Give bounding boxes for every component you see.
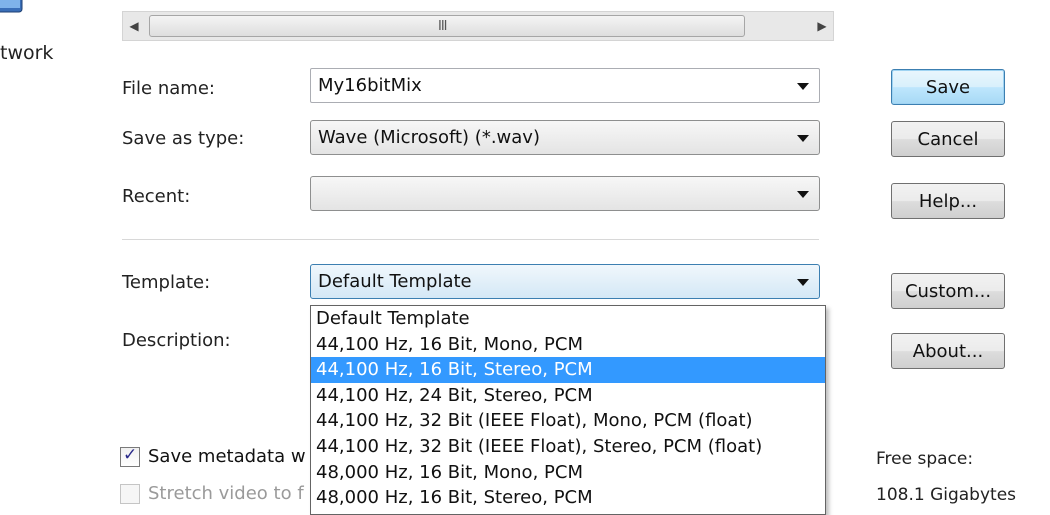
- template-option[interactable]: 44,100 Hz, 16 Bit, Mono, PCM: [311, 332, 825, 358]
- about-button[interactable]: About...: [891, 333, 1005, 369]
- scrollbar-grip-icon: III: [438, 19, 447, 34]
- template-option[interactable]: 48,000 Hz, 16 Bit, Stereo, PCM: [311, 485, 825, 511]
- template-value: Default Template: [318, 271, 472, 292]
- save-as-type-label: Save as type:: [122, 128, 245, 149]
- scrollbar-thumb[interactable]: III: [149, 15, 745, 37]
- chevron-down-icon[interactable]: [797, 83, 809, 90]
- template-label: Template:: [122, 272, 211, 293]
- recent-select[interactable]: [310, 176, 820, 211]
- cancel-button[interactable]: Cancel: [891, 121, 1005, 157]
- chevron-down-icon[interactable]: [797, 191, 809, 198]
- divider: [122, 239, 819, 240]
- save-metadata-checkbox[interactable]: [120, 445, 140, 467]
- save-metadata-label[interactable]: Save metadata w: [148, 446, 314, 468]
- template-option[interactable]: 44,100 Hz, 32 Bit (IEEE Float), Stereo, …: [311, 434, 825, 460]
- stretch-video-label: Stretch video to f: [148, 483, 304, 504]
- help-button[interactable]: Help...: [891, 183, 1005, 219]
- free-space-value: 108.1 Gigabytes: [876, 485, 1017, 505]
- horizontal-scrollbar[interactable]: ◀ III ▶: [122, 11, 834, 41]
- template-dropdown-list[interactable]: Default Template 44,100 Hz, 16 Bit, Mono…: [310, 305, 826, 515]
- free-space-label: Free space:: [876, 449, 974, 469]
- chevron-down-icon[interactable]: [797, 135, 809, 142]
- network-icon[interactable]: [0, 0, 26, 16]
- template-option[interactable]: 44,100 Hz, 24 Bit, Stereo, PCM: [311, 383, 825, 409]
- nav-item-network-label[interactable]: twork: [0, 42, 53, 64]
- stretch-video-checkbox: [120, 484, 140, 504]
- save-as-type-select[interactable]: Wave (Microsoft) (*.wav): [310, 120, 820, 155]
- template-option[interactable]: 44,100 Hz, 32 Bit (IEEE Float), Mono, PC…: [311, 408, 825, 434]
- file-name-label: File name:: [122, 78, 215, 99]
- chevron-down-icon[interactable]: [797, 279, 809, 286]
- scroll-left-arrow-icon[interactable]: ◀: [125, 16, 143, 36]
- template-select[interactable]: Default Template: [310, 264, 820, 299]
- scroll-right-arrow-icon[interactable]: ▶: [813, 16, 831, 36]
- file-name-input[interactable]: My16bitMix: [310, 68, 820, 103]
- template-option[interactable]: Default Template: [311, 306, 825, 332]
- custom-button[interactable]: Custom...: [891, 273, 1005, 309]
- file-name-value[interactable]: My16bitMix: [318, 75, 422, 96]
- save-as-type-value: Wave (Microsoft) (*.wav): [318, 127, 540, 148]
- recent-label: Recent:: [122, 186, 191, 207]
- description-label: Description:: [122, 330, 231, 351]
- template-option[interactable]: 44,100 Hz, 16 Bit, Stereo, PCM: [311, 357, 825, 383]
- save-button[interactable]: Save: [891, 69, 1005, 105]
- template-option[interactable]: 48,000 Hz, 16 Bit, Mono, PCM: [311, 460, 825, 486]
